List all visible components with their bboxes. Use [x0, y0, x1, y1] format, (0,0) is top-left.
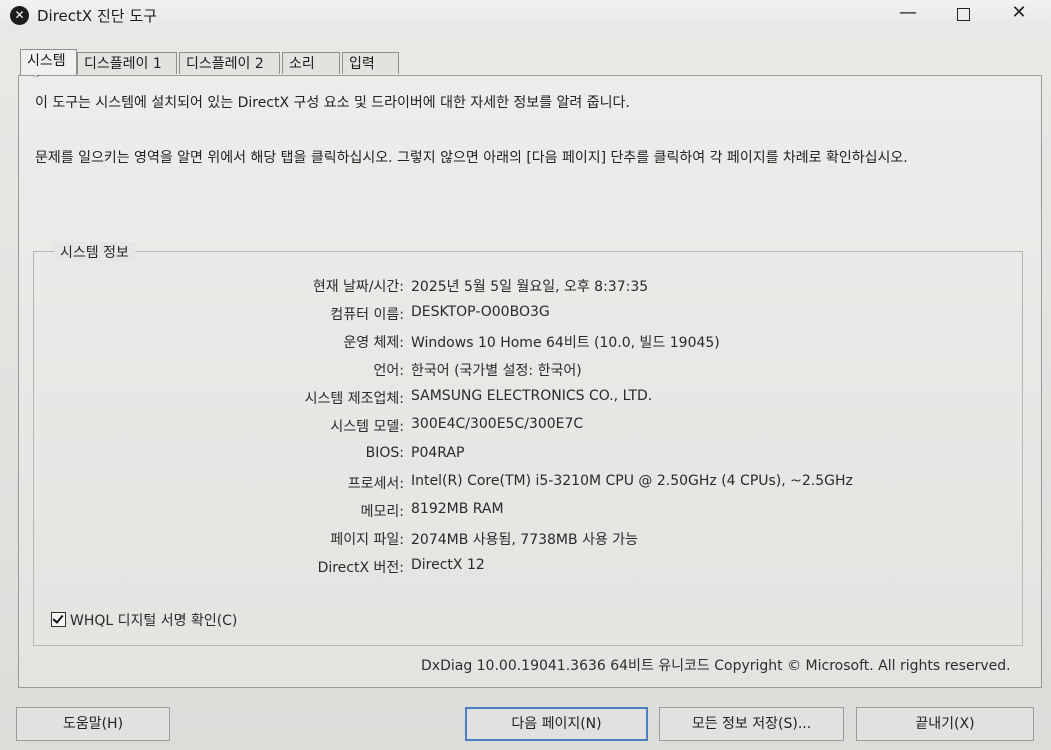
info-value: Windows 10 Home 64비트 (10.0, 빌드 19045): [411, 335, 720, 351]
info-label: 컴퓨터 이름:: [330, 307, 404, 323]
whql-checkbox[interactable]: WHQL 디지털 서명 확인(C): [51, 610, 237, 630]
help-button[interactable]: 도움말(H): [16, 707, 170, 741]
tab-display-1[interactable]: 디스플레이 1: [77, 52, 177, 74]
next-page-button[interactable]: 다음 페이지(N): [465, 707, 648, 741]
title-bar: ✕ DirectX 진단 도구 — ✕: [0, 0, 1051, 30]
info-label: 현재 날짜/시간:: [312, 279, 404, 295]
save-all-info-button[interactable]: 모든 정보 저장(S)...: [659, 707, 844, 741]
tab-sound[interactable]: 소리: [282, 52, 340, 74]
info-label: 프로세서:: [347, 476, 404, 492]
info-value: DirectX 12: [411, 557, 485, 573]
tab-input[interactable]: 입력: [342, 52, 399, 74]
info-row-page-file: 페이지 파일: 2074MB 사용됨, 7738MB 사용 가능: [34, 529, 1024, 551]
info-label: DirectX 버전:: [317, 560, 404, 576]
info-row-os: 운영 체제: Windows 10 Home 64비트 (10.0, 빌드 19…: [34, 332, 1024, 354]
directx-app-icon: ✕: [10, 6, 29, 25]
intro-text-1: 이 도구는 시스템에 설치되어 있는 DirectX 구성 요소 및 드라이버에…: [35, 95, 630, 111]
info-label: 메모리:: [360, 504, 404, 520]
info-label: 페이지 파일:: [330, 532, 404, 548]
exit-button[interactable]: 끝내기(X): [856, 707, 1034, 741]
info-label: BIOS:: [365, 445, 404, 461]
version-copyright-text: DxDiag 10.00.19041.3636 64비트 유니코드 Copyri…: [421, 658, 1011, 674]
maximize-button[interactable]: [937, 0, 989, 28]
info-label: 언어:: [373, 363, 404, 379]
close-button[interactable]: ✕: [993, 0, 1045, 28]
info-value: DESKTOP-O00BO3G: [411, 304, 550, 320]
dxdiag-window: ✕ DirectX 진단 도구 — ✕ 시스템 디스플레이 1 디스플레이 2 …: [0, 0, 1051, 750]
info-row-computer-name: 컴퓨터 이름: DESKTOP-O00BO3G: [34, 304, 1024, 326]
system-tab-panel: 이 도구는 시스템에 설치되어 있는 DirectX 구성 요소 및 드라이버에…: [18, 75, 1042, 688]
info-label: 시스템 모델:: [330, 419, 404, 435]
info-value: P04RAP: [411, 445, 465, 461]
system-info-group: 시스템 정보 현재 날짜/시간: 2025년 5월 5일 월요일, 오후 8:3…: [33, 242, 1024, 646]
info-value: Intel(R) Core(TM) i5-3210M CPU @ 2.50GHz…: [411, 473, 853, 489]
window-title: DirectX 진단 도구: [37, 7, 157, 25]
info-value: 2074MB 사용됨, 7738MB 사용 가능: [411, 532, 639, 548]
maximize-icon: [956, 8, 970, 21]
info-label: 시스템 제조업체:: [304, 391, 404, 407]
info-row-processor: 프로세서: Intel(R) Core(TM) i5-3210M CPU @ 2…: [34, 473, 1024, 495]
info-value: 한국어 (국가별 설정: 한국어): [411, 363, 582, 379]
info-label: 운영 체제:: [343, 335, 404, 351]
info-row-directx-version: DirectX 버전: DirectX 12: [34, 557, 1024, 579]
info-value: SAMSUNG ELECTRONICS CO., LTD.: [411, 388, 653, 404]
info-row-memory: 메모리: 8192MB RAM: [34, 501, 1024, 523]
info-row-manufacturer: 시스템 제조업체: SAMSUNG ELECTRONICS CO., LTD.: [34, 388, 1024, 410]
info-value: 300E4C/300E5C/300E7C: [411, 416, 584, 432]
info-value: 2025년 5월 5일 월요일, 오후 8:37:35: [411, 279, 649, 295]
whql-label: WHQL 디지털 서명 확인(C): [70, 613, 238, 629]
tab-display-2[interactable]: 디스플레이 2: [179, 52, 280, 74]
info-row-datetime: 현재 날짜/시간: 2025년 5월 5일 월요일, 오후 8:37:35: [34, 276, 1024, 298]
intro-text-2: 문제를 일으키는 영역을 알면 위에서 해당 탭을 클릭하십시오. 그렇지 않으…: [35, 150, 908, 166]
tab-system[interactable]: 시스템: [20, 49, 77, 75]
info-row-model: 시스템 모델: 300E4C/300E5C/300E7C: [34, 416, 1024, 438]
info-row-language: 언어: 한국어 (국가별 설정: 한국어): [34, 360, 1024, 382]
info-value: 8192MB RAM: [411, 501, 504, 517]
info-row-bios: BIOS: P04RAP: [34, 445, 1024, 467]
system-info-title: 시스템 정보: [54, 242, 135, 262]
minimize-button[interactable]: —: [882, 0, 934, 28]
checkbox-checked-icon[interactable]: [51, 612, 66, 627]
